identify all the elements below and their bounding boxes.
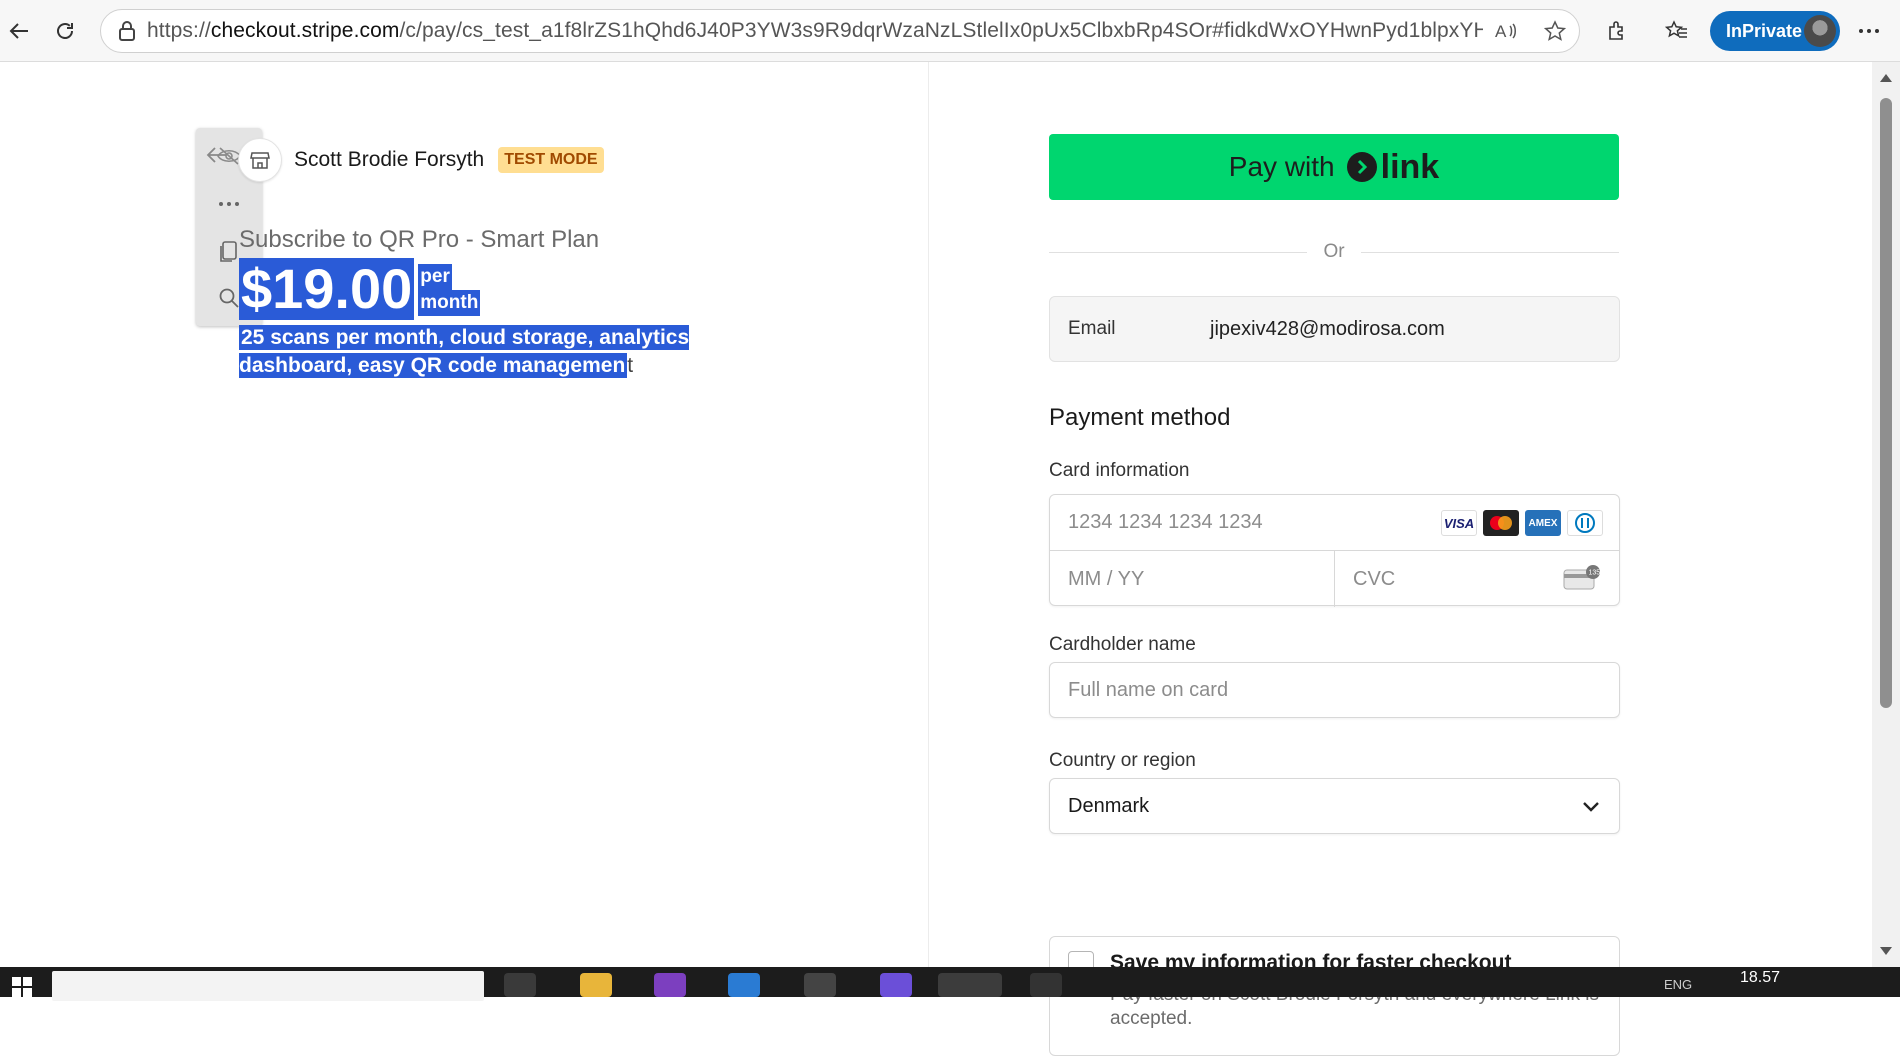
- extensions-icon[interactable]: [1600, 14, 1634, 48]
- diners-icon: [1567, 510, 1603, 536]
- app-icon-violet[interactable]: [880, 973, 912, 997]
- payment-method-heading: Payment method: [1049, 404, 1231, 431]
- country-select[interactable]: Denmark: [1049, 778, 1620, 834]
- product-description: 25 scans per month, cloud storage, analy…: [239, 324, 779, 380]
- svg-text:135: 135: [1589, 570, 1601, 577]
- card-brands: VISA AMEX: [1441, 510, 1603, 536]
- vscode-icon[interactable]: [728, 973, 760, 997]
- app-icon-black[interactable]: [1030, 973, 1062, 997]
- card-number-placeholder: 1234 1234 1234 1234: [1068, 511, 1263, 533]
- card-information-group: 1234 1234 1234 1234 VISA AMEX MM / YY CV…: [1049, 494, 1621, 607]
- language-indicator[interactable]: ENG: [1664, 977, 1692, 992]
- expiry-placeholder: MM / YY: [1068, 567, 1145, 590]
- test-mode-badge: TEST MODE: [498, 147, 604, 173]
- pay-with-link-button[interactable]: Pay with link: [1049, 134, 1619, 200]
- more-dots-icon[interactable]: [213, 188, 245, 220]
- payment-pane: Pay with link Or Email jipexiv428@modiro…: [928, 62, 1872, 1056]
- price-amount: $19.00: [239, 257, 415, 320]
- pay-with-label: Pay with: [1228, 151, 1335, 182]
- address-bar[interactable]: https://checkout.stripe.com/c/pay/cs_tes…: [100, 9, 1580, 53]
- price-row: $19.00 per month: [239, 257, 481, 320]
- order-summary-pane: Scott Brodie Forsyth TEST MODE Subscribe…: [0, 62, 928, 967]
- task-view-icon[interactable]: [504, 973, 536, 997]
- windows-taskbar: ENG 18.57: [0, 967, 1900, 1001]
- taskbar-clock[interactable]: 18.57: [1740, 969, 1780, 987]
- cvc-card-icon: 135: [1563, 565, 1601, 597]
- svg-text:A: A: [1495, 22, 1507, 41]
- email-value[interactable]: jipexiv428@modirosa.com: [1210, 318, 1445, 341]
- file-explorer-icon[interactable]: [580, 973, 612, 997]
- cardholder-name-input[interactable]: Full name on card: [1049, 662, 1620, 718]
- billing-period: per month: [418, 264, 481, 316]
- visa-icon: VISA: [1441, 510, 1477, 536]
- favorite-star-icon[interactable]: [1531, 20, 1579, 42]
- card-number-input[interactable]: 1234 1234 1234 1234 VISA AMEX: [1050, 495, 1619, 551]
- lock-icon[interactable]: [107, 21, 147, 41]
- email-field[interactable]: Email jipexiv428@modirosa.com: [1049, 296, 1620, 362]
- amex-icon: AMEX: [1525, 510, 1561, 536]
- card-info-label: Card information: [1049, 460, 1190, 481]
- country-label: Country or region: [1049, 750, 1196, 771]
- app-icon-dark[interactable]: [804, 973, 836, 997]
- description-selected-text: 25 scans per month, cloud storage, analy…: [239, 325, 690, 378]
- windows-start-icon[interactable]: [12, 977, 32, 997]
- email-label: Email: [1068, 318, 1116, 339]
- description-rest-text: t: [627, 354, 634, 377]
- scroll-down-arrow-icon[interactable]: [1880, 947, 1892, 955]
- merchant-header: Scott Brodie Forsyth TEST MODE: [238, 138, 604, 182]
- back-arrow-icon[interactable]: [2, 14, 36, 48]
- edge-browser-icon[interactable]: [938, 973, 1002, 997]
- read-aloud-icon[interactable]: A: [1483, 21, 1531, 41]
- page-scrollbar[interactable]: [1872, 62, 1900, 967]
- product-title: Subscribe to QR Pro - Smart Plan: [239, 226, 600, 253]
- url-text[interactable]: https://checkout.stripe.com/c/pay/cs_tes…: [147, 19, 1483, 43]
- inprivate-button[interactable]: InPrivate: [1710, 11, 1840, 51]
- profile-avatar: [1804, 15, 1836, 47]
- browser-toolbar: https://checkout.stripe.com/c/pay/cs_tes…: [0, 0, 1900, 62]
- scroll-up-arrow-icon[interactable]: [1880, 74, 1892, 82]
- chevron-down-icon: [1581, 797, 1601, 820]
- cardholder-label: Cardholder name: [1049, 634, 1196, 655]
- cvc-input[interactable]: CVC 135: [1335, 551, 1621, 607]
- app-icon-purple[interactable]: [654, 973, 686, 997]
- cvc-placeholder: CVC: [1353, 567, 1396, 590]
- scroll-thumb[interactable]: [1880, 98, 1892, 708]
- more-menu-icon[interactable]: [1852, 14, 1886, 48]
- cardholder-placeholder: Full name on card: [1068, 678, 1229, 701]
- expiry-input[interactable]: MM / YY: [1050, 551, 1335, 607]
- favorites-icon[interactable]: [1660, 14, 1694, 48]
- per-label: per: [418, 264, 452, 290]
- link-brand-label: link: [1380, 147, 1440, 186]
- or-label: Or: [1323, 241, 1345, 262]
- back-small-arrow-icon[interactable]: [206, 146, 228, 169]
- period-label: month: [418, 290, 481, 316]
- refresh-icon[interactable]: [48, 14, 82, 48]
- inprivate-label: InPrivate: [1726, 20, 1803, 41]
- store-icon: [238, 138, 282, 182]
- or-divider: Or: [1049, 238, 1620, 266]
- country-value: Denmark: [1068, 794, 1150, 817]
- link-chevron-icon: [1346, 152, 1377, 182]
- merchant-name: Scott Brodie Forsyth: [294, 148, 485, 171]
- mastercard-icon: [1483, 510, 1519, 536]
